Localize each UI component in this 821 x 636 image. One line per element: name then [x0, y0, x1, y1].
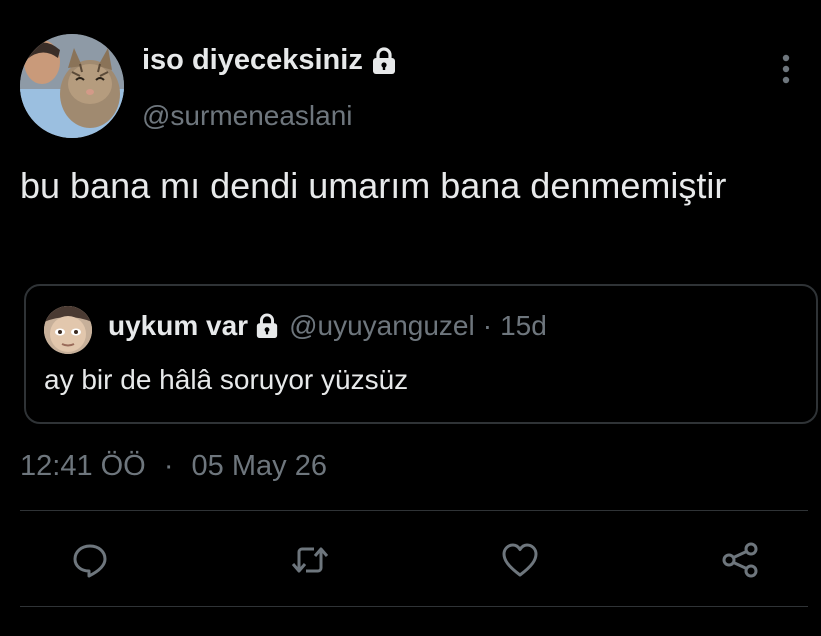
quoted-avatar-image: [44, 306, 92, 354]
reply-icon: [73, 544, 107, 578]
retweet-button[interactable]: [288, 538, 332, 582]
divider-top: [20, 510, 808, 511]
quoted-tweet-text: ay bir de hâlâ soruyor yüzsüz: [44, 364, 409, 395]
quoted-display-name[interactable]: uykum var: [108, 310, 248, 342]
author-display-name-row[interactable]: iso diyeceksiniz: [142, 44, 397, 77]
tweet-time: 12:41 ÖÖ: [20, 450, 146, 482]
quoted-author-avatar[interactable]: [44, 306, 92, 354]
meta-separator: ·: [163, 450, 174, 482]
share-icon: [722, 542, 758, 578]
quoted-tweet-card[interactable]: uykum var @uyuyanguzel · 15d ay bir de h…: [24, 284, 818, 424]
retweet-icon: [291, 547, 329, 573]
tweet-date: 05 May 26: [191, 450, 327, 482]
author-display-name[interactable]: iso diyeceksiniz: [142, 44, 363, 77]
divider-bottom: [20, 606, 808, 607]
quoted-handle[interactable]: @uyuyanguzel: [289, 310, 475, 342]
tweet-timestamp[interactable]: 12:41 ÖÖ · 05 May 26: [20, 450, 327, 483]
author-avatar[interactable]: [20, 34, 124, 138]
avatar-image: [20, 34, 124, 138]
tweet-text: bu bana mı dendi umarım bana denmemiştir: [20, 165, 727, 206]
share-button[interactable]: [718, 538, 762, 582]
quoted-separator: ·: [482, 310, 493, 341]
author-handle[interactable]: @surmeneaslani: [142, 100, 353, 132]
quoted-time[interactable]: 15d: [500, 310, 547, 342]
more-vertical-icon[interactable]: [774, 52, 798, 86]
like-button[interactable]: [498, 538, 542, 582]
heart-icon: [502, 543, 538, 577]
lock-icon: [256, 313, 278, 338]
quoted-header: uykum var @uyuyanguzel · 15d: [108, 310, 547, 342]
reply-button[interactable]: [68, 538, 112, 582]
lock-icon: [372, 46, 395, 74]
